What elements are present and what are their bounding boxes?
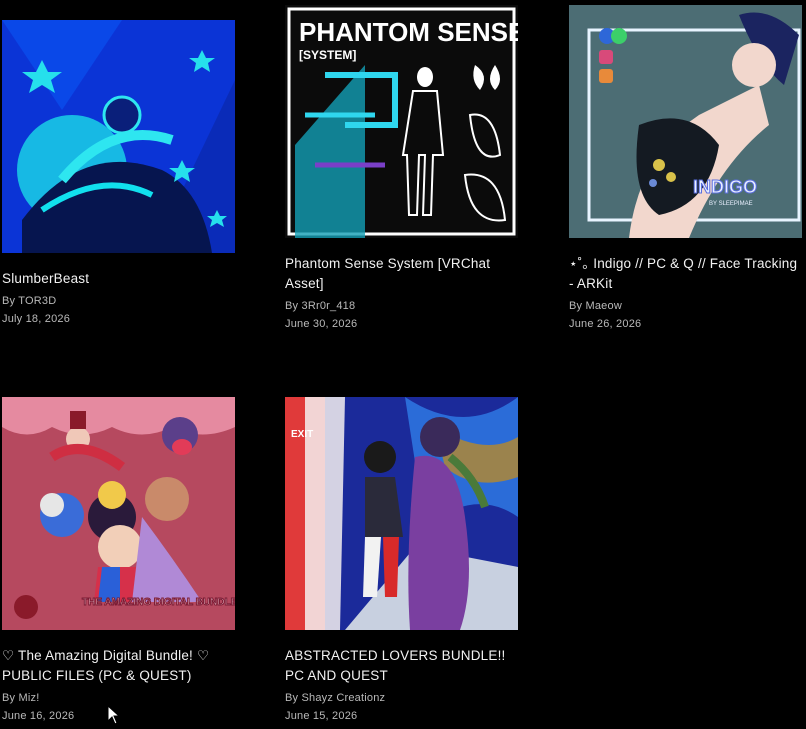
product-thumbnail-amazing-digital-bundle[interactable]: THE AMAZING DIGITAL BUNDLE (2, 397, 235, 630)
product-date: June 30, 2026 (285, 318, 358, 330)
product-card[interactable]: THE AMAZING DIGITAL BUNDLE ♡ The Amazing… (2, 397, 235, 722)
product-thumbnail-indigo[interactable]: INDIGO BY SLEEPIMAE (569, 5, 802, 238)
exit-sign: EXIT (291, 429, 313, 440)
author-link[interactable]: 3Rr0r_418 (302, 300, 356, 312)
abstracted-lovers-dancers-icon: EXIT (285, 397, 518, 630)
product-card[interactable]: INDIGO BY SLEEPIMAE ⋆˚｡ Indigo // PC & Q… (569, 5, 802, 330)
product-title[interactable]: ⋆˚｡ Indigo // PC & Q // Face Tracking - … (569, 254, 802, 294)
thumb-heading: INDIGO (693, 177, 757, 197)
product-thumbnail-phantom-sense[interactable]: PHANTOM SENSE [SYSTEM] (285, 5, 518, 238)
thumb-subheading: [SYSTEM] (299, 48, 356, 62)
product-title[interactable]: Phantom Sense System [VRChat Asset] (285, 254, 518, 294)
product-date: July 18, 2026 (2, 313, 71, 325)
author-link[interactable]: Maeow (586, 300, 622, 312)
thumb-subheading: BY SLEEPIMAE (709, 201, 753, 207)
product-author: By Maeow (569, 300, 802, 312)
author-link[interactable]: Miz! (19, 692, 40, 704)
product-author: By 3Rr0r_418 (285, 300, 518, 312)
thumb-heading: THE AMAZING DIGITAL BUNDLE (82, 597, 235, 608)
amazing-digital-circus-group-icon: THE AMAZING DIGITAL BUNDLE (2, 397, 235, 630)
product-author: By TOR3D (2, 295, 235, 307)
indigo-avatar-photo-icon: INDIGO BY SLEEPIMAE (569, 5, 802, 238)
product-title[interactable]: ♡ The Amazing Digital Bundle! ♡ PUBLIC F… (2, 646, 235, 686)
author-link[interactable]: Shayz Creationz (302, 692, 386, 704)
author-prefix: By (2, 295, 19, 307)
product-author: By Shayz Creationz (285, 692, 518, 704)
product-date: June 15, 2026 (285, 710, 358, 722)
product-card[interactable]: SlumberBeast By TOR3D July 18, 2026 (2, 20, 235, 325)
product-title[interactable]: SlumberBeast (2, 269, 235, 289)
author-prefix: By (285, 692, 302, 704)
author-prefix: By (569, 300, 586, 312)
product-thumbnail-slumberbeast[interactable] (2, 20, 235, 253)
author-prefix: By (2, 692, 19, 704)
author-link[interactable]: TOR3D (18, 295, 56, 307)
product-card[interactable]: EXIT ABSTRACTED LOVERS BUNDLE!! PC AND Q… (285, 397, 518, 722)
product-card[interactable]: PHANTOM SENSE [SYSTEM] Phantom Sense Sys… (285, 5, 518, 330)
product-author: By Miz! (2, 692, 235, 704)
product-thumbnail-abstracted-lovers[interactable]: EXIT (285, 397, 518, 630)
product-date: June 26, 2026 (569, 318, 642, 330)
blue-neon-sleeping-character-icon (2, 20, 235, 253)
phantom-sense-body-diagram-icon: PHANTOM SENSE [SYSTEM] (285, 5, 518, 238)
author-prefix: By (285, 300, 302, 312)
mouse-cursor-icon (107, 705, 121, 725)
product-grid: SlumberBeast By TOR3D July 18, 2026 PHAN… (0, 0, 806, 729)
product-title[interactable]: ABSTRACTED LOVERS BUNDLE!! PC AND QUEST (285, 646, 518, 686)
thumb-heading: PHANTOM SENSE (299, 17, 518, 47)
